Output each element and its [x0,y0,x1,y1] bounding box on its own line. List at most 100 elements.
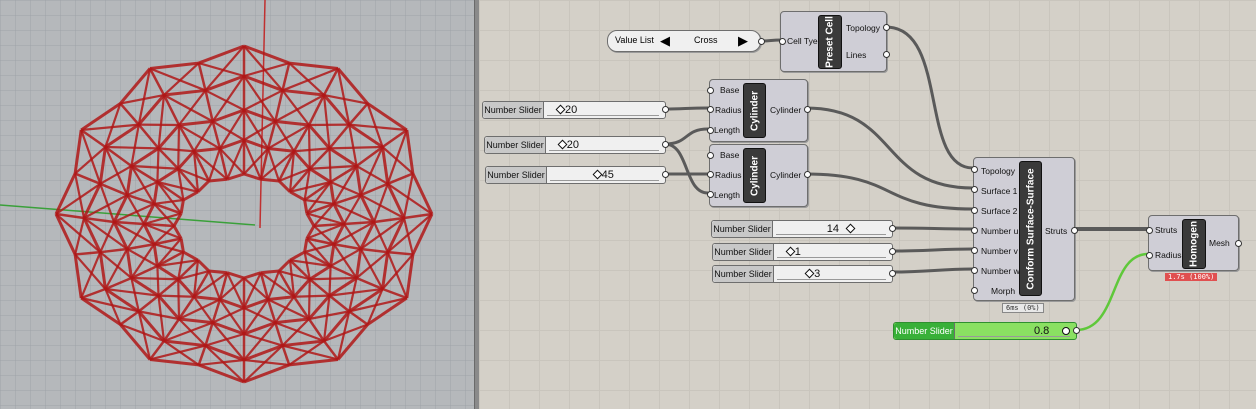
number-slider-v[interactable]: Number Slider 1 [712,243,893,261]
cylinder-component-1[interactable]: Base Radius Length Cylinder Cylinder [709,79,808,142]
port-morph: Morph [991,286,1016,296]
slider-track[interactable] [777,269,886,280]
port-cylinder-out: Cylinder [770,170,802,180]
lattice-strut [131,276,179,281]
port-dot[interactable] [707,191,714,198]
port-dot[interactable] [707,152,714,159]
slider-value: 45 [601,169,614,181]
arrow-left-icon[interactable]: ◀ [660,34,670,47]
preset-cell-component[interactable]: Cell Tye Preset Cell Topology Lines [780,11,887,72]
cylinder-2-title: Cylinder [743,148,766,203]
port-dot[interactable] [971,227,978,234]
lattice-strut [309,276,357,281]
number-slider-radius-1[interactable]: Number Slider 20 [482,101,666,119]
port-dot[interactable] [1073,327,1080,334]
port-surface2: Surface 2 [981,206,1018,216]
conform-surface-surface-component[interactable]: Topology Surface 1 Surface 2 Number u Nu… [973,157,1075,301]
lattice-strut [307,124,311,169]
port-radius: Radius [715,105,742,115]
lattice-strut [260,177,280,183]
slider-value: 1 [794,246,801,258]
lattice-strut [177,124,181,169]
port-dot[interactable] [707,106,714,113]
port-dot[interactable] [804,171,811,178]
port-dot[interactable] [889,225,896,232]
arrow-right-icon[interactable]: ▶ [738,34,748,47]
wire-nv [890,247,975,253]
port-length: Length [714,190,740,200]
value-list-label: Value List [615,35,654,45]
grasshopper-canvas[interactable]: Value List ◀ Cross ▶ Cell Tye Preset Cel… [479,0,1256,409]
slider-label: Number Slider [894,323,955,339]
slider-value: 20 [566,139,580,151]
homogen-component[interactable]: Struts Radius Homogen Mesh [1148,215,1239,271]
port-lines-out: Lines [846,50,867,60]
slider-label: Number Slider [713,266,774,282]
port-dot[interactable] [758,38,765,45]
port-dot[interactable] [662,171,669,178]
slider-track[interactable] [958,326,1070,337]
port-cell-type: Cell Tye [787,36,818,46]
homogen-title: Homogen [1182,219,1206,269]
lattice-strut [158,294,195,298]
value-list-selected[interactable]: Cross [694,35,718,45]
lattice-strut [156,148,160,183]
port-dot[interactable] [971,166,978,173]
port-dot[interactable] [889,248,896,255]
number-slider-u[interactable]: Number Slider 14 [711,220,893,238]
number-slider-radius-homogen[interactable]: Number Slider 0.8 [893,322,1077,340]
conform-title: Conform Surface-Surface [1019,161,1042,296]
port-radius: Radius [715,170,742,180]
port-dot[interactable] [971,247,978,254]
port-number-w: Number w [981,266,1020,276]
port-length: Length [714,125,740,135]
port-dot[interactable] [971,186,978,193]
port-dot[interactable] [971,287,978,294]
port-dot[interactable] [889,270,896,277]
number-slider-w[interactable]: Number Slider 3 [712,265,893,283]
wire-radius1 [663,106,710,111]
slider-value: 0.8 [1034,325,1050,337]
port-dot[interactable] [662,106,669,113]
number-slider-length[interactable]: Number Slider 20 [484,136,666,154]
lattice-strut [105,145,159,150]
port-dot[interactable] [883,51,890,58]
port-dot[interactable] [707,171,714,178]
lattice-strut [329,145,383,150]
conform-timing: 6ms (0%) [1002,303,1044,313]
port-dot[interactable] [1146,227,1153,234]
port-dot[interactable] [804,106,811,113]
slider-value: 3 [814,268,821,280]
port-radius-in: Radius [1155,250,1182,260]
port-dot[interactable] [1235,240,1242,247]
viewport-scene [0,0,474,409]
port-dot[interactable] [883,24,890,31]
port-number-u: Number u [981,226,1019,236]
value-list[interactable]: Value List ◀ Cross ▶ [607,30,761,52]
lattice-strut [156,265,160,296]
lattice-strut [328,265,332,296]
slider-label: Number Slider [485,137,546,153]
port-dot[interactable] [1071,227,1078,234]
cylinder-1-title: Cylinder [743,83,766,138]
port-mesh-out: Mesh [1209,238,1230,248]
lattice-strut [328,148,332,183]
port-number-v: Number v [981,246,1018,256]
number-slider-radius-2[interactable]: Number Slider 45 [485,166,666,184]
slider-knob[interactable] [1062,327,1070,335]
port-dot[interactable] [707,127,714,134]
port-dot[interactable] [779,38,786,45]
wire-length1 [663,127,710,146]
port-dot[interactable] [1146,252,1153,259]
port-base: Base [720,150,740,160]
port-dot[interactable] [662,141,669,148]
port-dot[interactable] [971,267,978,274]
port-dot[interactable] [971,207,978,214]
cylinder-component-2[interactable]: Base Radius Length Cylinder Cylinder [709,144,808,207]
homogen-timing: 1.7s (100%) [1165,273,1218,281]
port-dot[interactable] [707,87,714,94]
rhino-viewport[interactable] [0,0,474,409]
slider-label: Number Slider [712,221,773,237]
wire-surface2 [804,172,975,211]
port-topology-in: Topology [981,166,1016,176]
